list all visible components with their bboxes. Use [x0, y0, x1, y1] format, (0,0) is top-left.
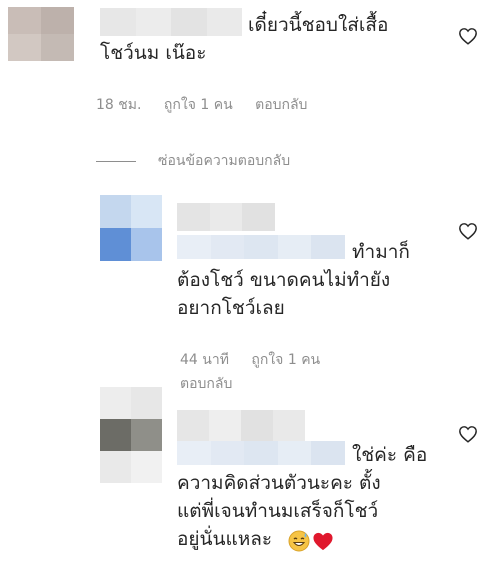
reply-text-first: ทำมาก็ [352, 241, 410, 263]
username-blurred[interactable] [177, 203, 275, 231]
reply-button[interactable]: ตอบกลับ [255, 97, 307, 113]
mention-blurred[interactable] [177, 235, 345, 259]
heart-outline-icon[interactable] [458, 27, 478, 45]
comment-text: เดี๋ยวนี้ชอบใส่เสื้อ โชว์นม เน๊อะ [100, 14, 389, 64]
comment-likes[interactable]: ถูกใจ 1 คน [164, 97, 233, 113]
comment-meta: 18 ชม. ถูกใจ 1 คน ตอบกลับ [96, 94, 325, 116]
hide-replies-button[interactable]: ซ่อนข้อความตอบกลับ [96, 150, 290, 172]
sweat-smile-emoji [288, 530, 310, 552]
avatar[interactable] [100, 387, 162, 483]
reply-time: 44 นาที [180, 352, 229, 368]
username-blurred[interactable] [177, 410, 305, 442]
mention-blurred[interactable] [177, 441, 345, 465]
reply-button[interactable]: ตอบกลับ [180, 372, 320, 396]
avatar[interactable] [100, 195, 162, 261]
reply-text-first: ใช่ค่ะ คือ [352, 444, 428, 466]
comment-time: 18 ชม. [96, 97, 142, 113]
hide-replies-label: ซ่อนข้อความตอบกลับ [158, 153, 291, 169]
reply-text: ต้องโชว์ ขนาดคนไม่ทำยัง อยากโชว์เลย [177, 269, 391, 319]
avatar[interactable] [8, 7, 74, 61]
reply-likes[interactable]: ถูกใจ 1 คน [251, 352, 320, 368]
reply-meta: 44 นาที ถูกใจ 1 คน ตอบกลับ [180, 348, 320, 396]
heart-outline-icon[interactable] [458, 425, 478, 443]
heart-outline-icon[interactable] [458, 222, 478, 240]
red-heart-emoji [313, 532, 333, 551]
divider-line [96, 160, 136, 162]
